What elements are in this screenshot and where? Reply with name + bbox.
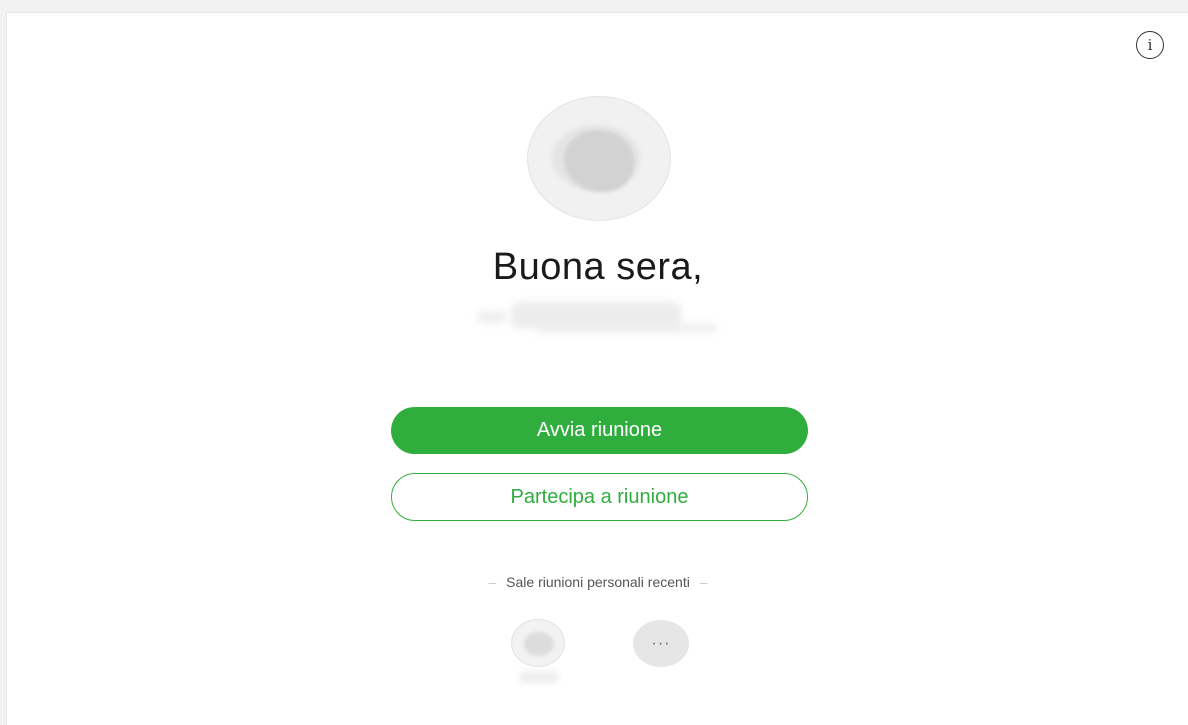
- recent-room-avatar[interactable]: [511, 619, 565, 667]
- avatar: [527, 96, 671, 221]
- greeting-title: Buona sera,: [492, 246, 704, 288]
- start-meeting-button[interactable]: Avvia riunione: [391, 407, 808, 454]
- more-glyph: ···: [651, 634, 671, 652]
- info-icon[interactable]: i: [1136, 31, 1164, 59]
- recent-room-image: [524, 632, 554, 656]
- recent-rooms-heading: – Sale riunioni personali recenti –: [7, 574, 1188, 590]
- more-icon[interactable]: ···: [633, 620, 689, 667]
- info-glyph: i: [1147, 36, 1153, 54]
- recent-room-name-redacted: [519, 671, 559, 683]
- main-window: i Buona sera, Avvia riunione Partecipa a…: [6, 12, 1188, 725]
- divider-dash-left: –: [488, 574, 497, 590]
- recent-rooms-label: Sale riunioni personali recenti: [506, 574, 690, 590]
- join-meeting-button[interactable]: Partecipa a riunione: [391, 473, 808, 521]
- divider-dash-right: –: [699, 574, 708, 590]
- avatar-image-center: [564, 130, 634, 192]
- username-redacted: [477, 298, 717, 336]
